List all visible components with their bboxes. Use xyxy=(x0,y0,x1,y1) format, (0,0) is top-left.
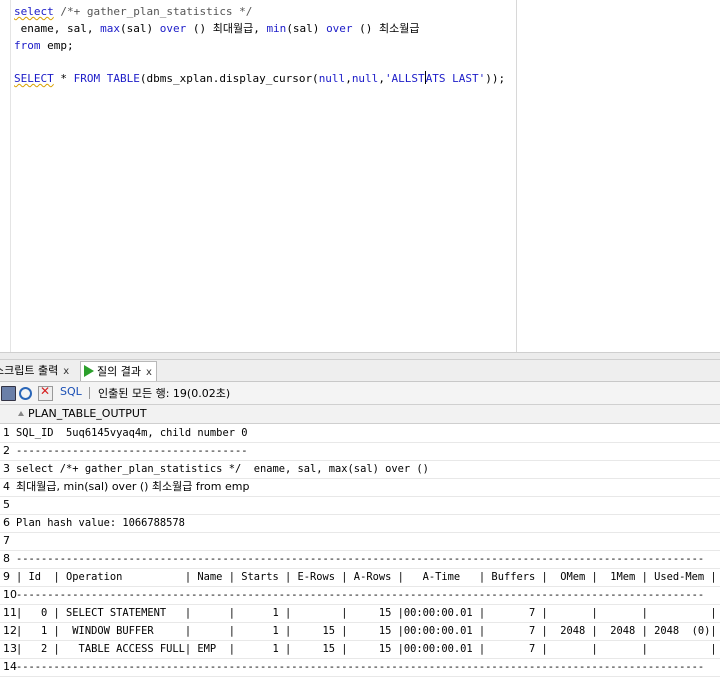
row-number: 4 xyxy=(3,480,10,493)
code-token: (sal) xyxy=(119,22,160,35)
plan-output-cell[interactable]: ----------------------------------------… xyxy=(16,586,704,604)
code-token: from xyxy=(14,39,41,52)
row-number: 13 xyxy=(3,642,17,655)
row-number: 9 xyxy=(3,570,10,583)
tab-script-output[interactable]: 스크립트 출력 x xyxy=(0,361,69,380)
plan-output-cell[interactable]: | 1 | WINDOW BUFFER | | 1 | 15 | 15 |00:… xyxy=(16,622,717,640)
tab-query-result-label: 질의 결과 xyxy=(97,365,141,378)
code-token: () 최소월급 xyxy=(352,22,420,35)
table-row[interactable]: 10 --------------------------------------… xyxy=(0,586,720,605)
code-token: null xyxy=(318,72,346,85)
code-token: * xyxy=(53,72,74,85)
table-row[interactable]: 5 xyxy=(0,496,720,515)
plan-output-cell[interactable]: 최대월급, min(sal) over () 최소월급 from emp xyxy=(16,478,249,496)
plan-output-cell[interactable]: | 2 | TABLE ACCESS FULL| EMP | 1 | 15 | … xyxy=(16,640,717,658)
editor-line: select /*+ gather_plan_statistics */ xyxy=(14,3,505,20)
editor-code[interactable]: select /*+ gather_plan_statistics */ ena… xyxy=(14,3,505,87)
table-row[interactable]: 7 xyxy=(0,532,720,551)
code-token: emp; xyxy=(40,39,74,52)
fetched-rows-status: 인출된 모든 행: 19(0.02초) xyxy=(98,387,231,400)
result-grid[interactable]: PLAN_TABLE_OUTPUT 1 SQL_ID 5uq6145vyaq4m,… xyxy=(0,405,720,677)
code-token: , xyxy=(378,72,385,85)
row-number: 12 xyxy=(3,624,17,637)
code-token: , xyxy=(345,72,352,85)
code-token: select xyxy=(14,5,54,18)
editor-gutter xyxy=(0,0,11,352)
tab-query-result[interactable]: 질의 결과 x xyxy=(80,361,157,381)
table-row[interactable]: 14 --------------------------------------… xyxy=(0,658,720,677)
table-row[interactable]: 1 SQL_ID 5uq6145vyaq4m, child number 0 xyxy=(0,424,720,443)
code-token: FROM xyxy=(73,72,101,85)
plan-output-cell[interactable]: | 0 | SELECT STATEMENT | | 1 | | 15 |00:… xyxy=(16,604,717,622)
freeze-pin-icon[interactable] xyxy=(1,386,16,401)
row-number: 10 xyxy=(3,588,17,601)
editor-line: ename, sal, max(sal) over () 최대월급, min(s… xyxy=(14,20,505,37)
result-toolbar: SQL 인출된 모든 행: 19(0.02초) xyxy=(0,382,720,405)
table-row[interactable]: 2 ------------------------------------- xyxy=(0,442,720,461)
code-token: over xyxy=(159,22,187,35)
row-number: 11 xyxy=(3,606,17,619)
editor-line: from emp; xyxy=(14,37,505,54)
row-number: 2 xyxy=(3,444,10,457)
row-number: 5 xyxy=(3,498,10,511)
code-token: ename, sal, xyxy=(14,22,101,35)
code-token: over xyxy=(326,22,353,35)
code-token: /*+ gather_plan_statistics */ xyxy=(53,5,253,18)
grid-header: PLAN_TABLE_OUTPUT xyxy=(0,405,720,424)
editor-line: SELECT * FROM TABLE(dbms_xplan.display_c… xyxy=(14,70,505,87)
row-number: 1 xyxy=(3,426,10,439)
table-row[interactable]: 4 최대월급, min(sal) over () 최소월급 from emp xyxy=(0,478,720,497)
plan-output-cell[interactable]: | Id | Operation | Name | Starts | E-Row… xyxy=(16,568,717,586)
code-token: 'ALLST xyxy=(384,72,425,85)
table-row[interactable]: 8 ---------------------------------------… xyxy=(0,550,720,569)
table-row[interactable]: 6 Plan hash value: 1066788578 xyxy=(0,514,720,533)
toolbar-divider xyxy=(89,387,90,399)
plan-output-cell[interactable]: ----------------------------------------… xyxy=(16,658,704,676)
sql-button[interactable]: SQL xyxy=(60,385,82,398)
table-row[interactable]: 12 | 1 | WINDOW BUFFER | | 1 | 15 | 15 |0… xyxy=(0,622,720,641)
plan-output-cell[interactable]: Plan hash value: 1066788578 xyxy=(16,514,185,532)
code-token: min xyxy=(266,22,287,35)
code-token: null xyxy=(351,72,379,85)
plan-output-cell[interactable]: ----------------------------------------… xyxy=(16,550,704,568)
row-number: 3 xyxy=(3,462,10,475)
sort-icon[interactable] xyxy=(18,411,24,416)
table-row[interactable]: 9 | Id | Operation | Name | Starts | E-Ro… xyxy=(0,568,720,587)
table-row[interactable]: 13 | 2 | TABLE ACCESS FULL| EMP | 1 | 15 … xyxy=(0,640,720,659)
column-header-plan-table-output[interactable]: PLAN_TABLE_OUTPUT xyxy=(28,407,147,420)
panel-splitter[interactable] xyxy=(0,352,720,360)
tab-script-output-close-icon[interactable]: x xyxy=(63,366,69,377)
tab-script-output-label: 스크립트 출력 xyxy=(0,364,59,377)
table-row[interactable]: 11 | 0 | SELECT STATEMENT | | 1 | | 15 |0… xyxy=(0,604,720,623)
plan-output-cell[interactable]: ------------------------------------- xyxy=(16,442,247,460)
code-token: TABLE xyxy=(106,72,140,85)
run-result-icon xyxy=(84,365,94,377)
code-token: ATS LAST' xyxy=(425,72,486,85)
tab-query-result-close-icon[interactable]: x xyxy=(146,367,152,378)
cancel-query-icon[interactable] xyxy=(38,384,53,401)
code-token: (sal) xyxy=(286,22,327,35)
plan-output-cell[interactable]: select /*+ gather_plan_statistics */ ena… xyxy=(16,460,429,478)
code-token: )); xyxy=(485,72,506,85)
row-number: 14 xyxy=(3,660,17,673)
editor-right-margin-line xyxy=(516,0,517,352)
plan-output-cell[interactable]: SQL_ID 5uq6145vyaq4m, child number 0 xyxy=(16,424,247,442)
refresh-icon[interactable] xyxy=(19,387,32,400)
code-token: () 최대월급, xyxy=(186,22,267,35)
sql-worksheet-editor[interactable]: select /*+ gather_plan_statistics */ ena… xyxy=(0,0,720,352)
code-token: SELECT xyxy=(14,72,54,85)
code-token: max xyxy=(100,22,120,35)
row-number: 7 xyxy=(3,534,10,547)
result-tab-bar: 스크립트 출력 x 질의 결과 x xyxy=(0,360,720,382)
code-token: (dbms_xplan.display_cursor( xyxy=(139,72,319,85)
row-number: 8 xyxy=(3,552,10,565)
table-row[interactable]: 3 select /*+ gather_plan_statistics */ en… xyxy=(0,460,720,479)
row-number: 6 xyxy=(3,516,10,529)
